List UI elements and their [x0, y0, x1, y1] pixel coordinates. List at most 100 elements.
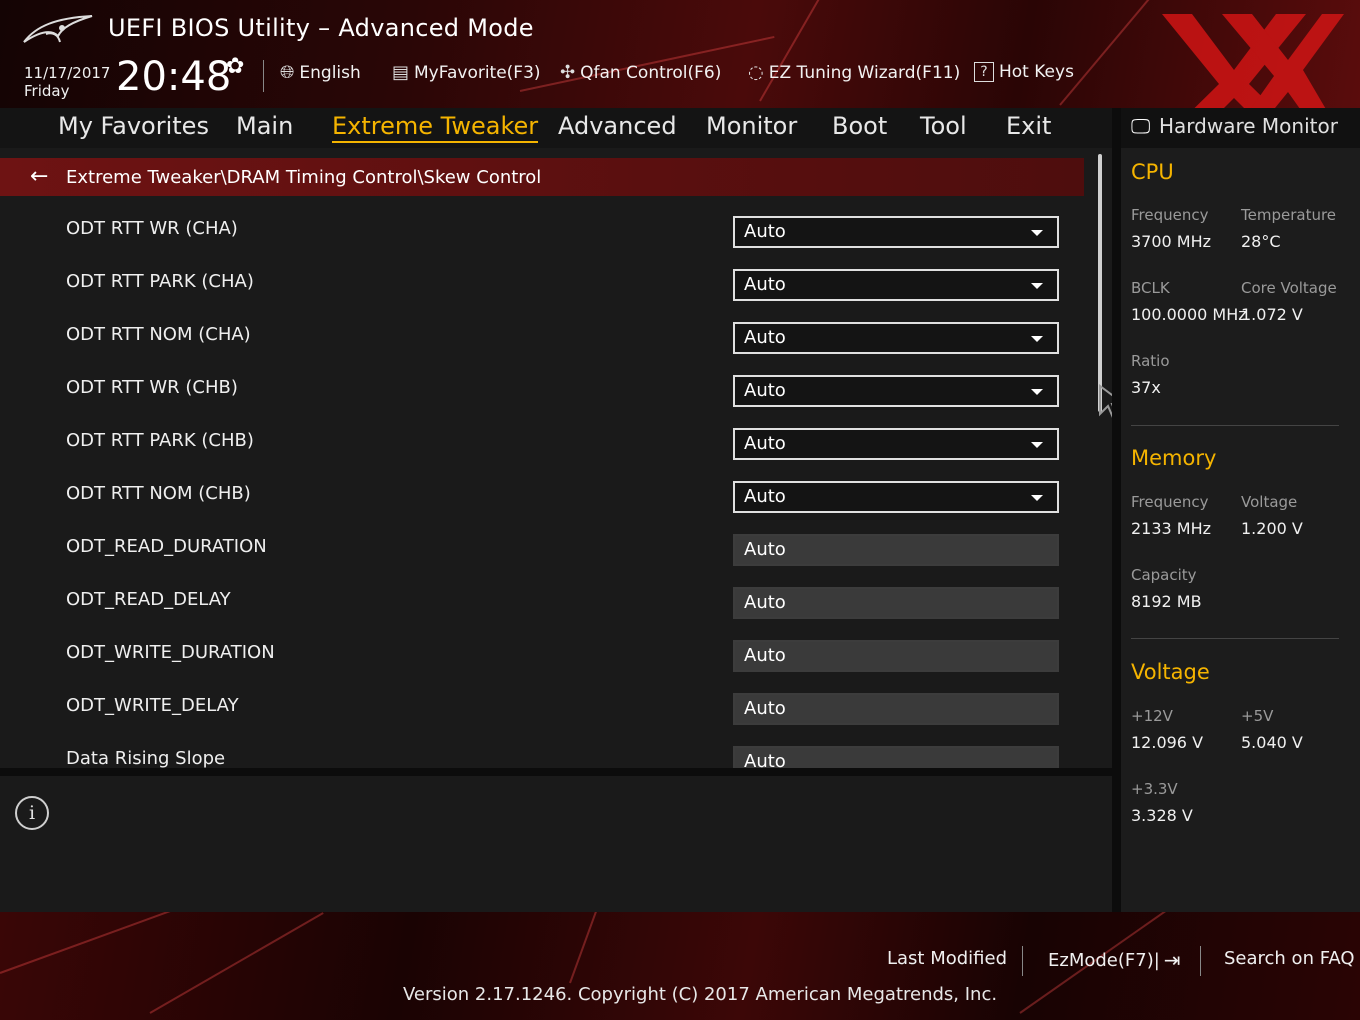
gear-icon[interactable]: ✿ [226, 54, 244, 79]
decor-streak [149, 912, 324, 1014]
tab-extreme-tweaker[interactable]: Extreme Tweaker [332, 112, 539, 143]
dropdown-value: Auto [744, 274, 786, 295]
voltage-heading: Voltage [1131, 660, 1210, 684]
header-bar: UEFI BIOS Utility – Advanced Mode 11/17/… [0, 0, 1360, 108]
v12-value: 12.096 V [1131, 733, 1204, 752]
breadcrumb-bar: ← Extreme Tweaker\DRAM Timing Control\Sk… [0, 158, 1084, 196]
last-modified-button[interactable]: Last Modified [887, 948, 1007, 969]
setting-row[interactable]: ODT_READ_DURATION Auto [0, 526, 1084, 579]
setting-dropdown[interactable]: Auto [733, 375, 1059, 407]
setting-label: ODT_WRITE_DURATION [66, 642, 275, 663]
memory-voltage-value: 1.200 V [1241, 519, 1303, 538]
language-label: English [299, 62, 361, 83]
ezmode-label: EzMode(F7)| [1048, 949, 1160, 971]
setting-label: ODT RTT NOM (CHB) [66, 483, 251, 504]
bclk-value: 100.0000 MHz [1131, 305, 1247, 324]
language-button[interactable]: 🌐︎ English [280, 62, 361, 83]
tab-main[interactable]: Main [236, 112, 293, 140]
scrollbar[interactable] [1098, 154, 1102, 412]
chevron-down-icon [1031, 336, 1043, 342]
tab-monitor[interactable]: Monitor [706, 112, 797, 140]
setting-input[interactable]: Auto [733, 587, 1059, 619]
memory-voltage-label: Voltage [1241, 493, 1298, 511]
v12-label: +12V [1131, 707, 1173, 725]
setting-row[interactable]: ODT RTT NOM (CHB) Auto [0, 473, 1084, 526]
globe-icon: 🌐︎ [280, 62, 295, 83]
tab-tool[interactable]: Tool [920, 112, 967, 140]
divider [1131, 638, 1339, 639]
chevron-down-icon [1031, 389, 1043, 395]
hotkeys-button[interactable]: ? Hot Keys [974, 62, 1074, 82]
dropdown-value: Auto [744, 433, 786, 454]
setting-dropdown[interactable]: Auto [733, 322, 1059, 354]
setting-dropdown[interactable]: Auto [733, 269, 1059, 301]
setting-label: ODT_WRITE_DELAY [66, 695, 239, 716]
v33-value: 3.328 V [1131, 806, 1193, 825]
setting-dropdown[interactable]: Auto [733, 481, 1059, 513]
ezmode-button[interactable]: EzMode(F7)| ⇥ [1048, 948, 1181, 972]
question-icon: ? [974, 62, 994, 82]
setting-label: ODT_READ_DURATION [66, 536, 267, 557]
v5-value: 5.040 V [1241, 733, 1303, 752]
fan-icon: ✣ [560, 62, 576, 83]
setting-row[interactable]: Data Rising Slope Auto [0, 738, 1084, 768]
qfan-button[interactable]: ✣ Qfan Control(F6) [560, 62, 721, 83]
setting-row[interactable]: ODT_WRITE_DELAY Auto [0, 685, 1084, 738]
main-nav: My Favorites Main Extreme Tweaker Advanc… [0, 108, 1112, 148]
memory-frequency-value: 2133 MHz [1131, 519, 1212, 538]
back-arrow-icon[interactable]: ← [30, 164, 48, 189]
cpu-heading: CPU [1131, 160, 1174, 184]
exit-arrow-icon: ⇥ [1163, 948, 1181, 972]
ez-tuning-label: EZ Tuning Wizard(F11) [768, 62, 961, 83]
setting-dropdown[interactable]: Auto [733, 216, 1059, 248]
setting-row[interactable]: ODT RTT WR (CHA) Auto [0, 208, 1084, 261]
tab-boot[interactable]: Boot [832, 112, 887, 140]
chevron-down-icon [1031, 283, 1043, 289]
v33-label: +3.3V [1131, 780, 1178, 798]
core-voltage-value: 1.072 V [1241, 305, 1303, 324]
setting-row[interactable]: ODT RTT PARK (CHA) Auto [0, 261, 1084, 314]
capacity-value: 8192 MB [1131, 592, 1202, 611]
help-info-panel: i [0, 776, 1112, 912]
footer-bar: Last Modified EzMode(F7)| ⇥ Search on FA… [0, 912, 1360, 1020]
bulb-icon: ◌ [748, 62, 764, 83]
setting-label: ODT_READ_DELAY [66, 589, 231, 610]
hardware-monitor-header: 🖵︎ Hardware Monitor [1121, 108, 1360, 148]
tab-my-favorites[interactable]: My Favorites [58, 112, 209, 140]
date-display: 11/17/2017 [24, 64, 111, 82]
setting-input[interactable]: Auto [733, 640, 1059, 672]
myfavorite-label: MyFavorite(F3) [414, 62, 541, 83]
clock-display: 20:48 [116, 54, 232, 100]
setting-input[interactable]: Auto [733, 746, 1059, 768]
tab-exit[interactable]: Exit [1006, 112, 1051, 140]
setting-row[interactable]: ODT RTT PARK (CHB) Auto [0, 420, 1084, 473]
setting-input[interactable]: Auto [733, 534, 1059, 566]
search-faq-button[interactable]: Search on FAQ [1224, 948, 1355, 969]
tab-advanced[interactable]: Advanced [558, 112, 677, 140]
favorite-icon: ▤ [392, 62, 410, 83]
ez-tuning-button[interactable]: ◌ EZ Tuning Wizard(F11) [748, 62, 960, 83]
bclk-label: BCLK [1131, 279, 1170, 297]
divider [1131, 425, 1339, 426]
setting-input[interactable]: Auto [733, 693, 1059, 725]
chevron-down-icon [1031, 495, 1043, 501]
setting-row[interactable]: ODT RTT WR (CHB) Auto [0, 367, 1084, 420]
monitor-icon: 🖵︎ [1131, 114, 1151, 138]
setting-row[interactable]: ODT RTT NOM (CHA) Auto [0, 314, 1084, 367]
dropdown-value: Auto [744, 486, 786, 507]
dropdown-value: Auto [744, 380, 786, 401]
setting-dropdown[interactable]: Auto [733, 428, 1059, 460]
setting-row[interactable]: ODT_WRITE_DURATION Auto [0, 632, 1084, 685]
myfavorite-button[interactable]: ▤ MyFavorite(F3) [392, 62, 541, 83]
core-voltage-label: Core Voltage [1241, 279, 1337, 297]
memory-heading: Memory [1131, 446, 1217, 470]
setting-label: ODT RTT PARK (CHA) [66, 271, 254, 292]
cpu-temperature-label: Temperature [1241, 206, 1337, 224]
breadcrumb: Extreme Tweaker\DRAM Timing Control\Skew… [66, 167, 542, 188]
v5-label: +5V [1241, 707, 1274, 725]
input-value: Auto [744, 645, 786, 666]
chevron-down-icon [1031, 230, 1043, 236]
setting-row[interactable]: ODT_READ_DELAY Auto [0, 579, 1084, 632]
copyright-text: Version 2.17.1246. Copyright (C) 2017 Am… [403, 984, 998, 1005]
input-value: Auto [744, 592, 786, 613]
